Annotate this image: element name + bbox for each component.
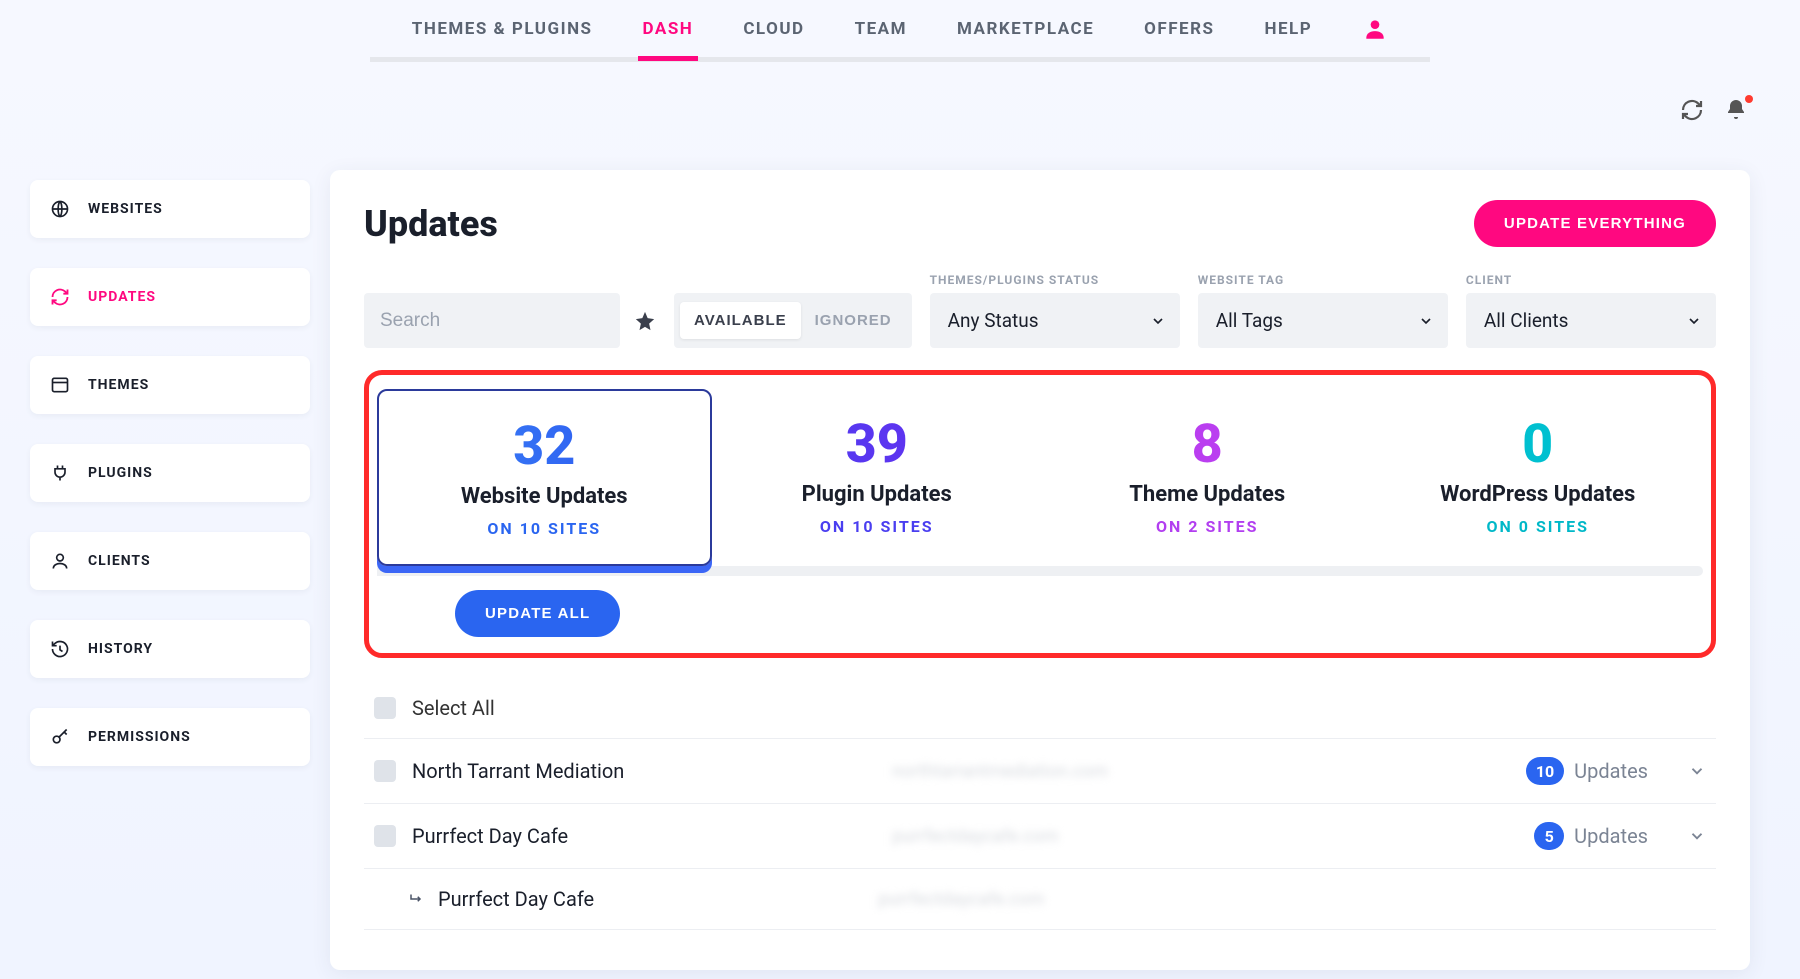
list-select-all[interactable]: Select All xyxy=(364,678,1716,739)
sidebar-item-label: CLIENTS xyxy=(88,553,151,569)
filter-client-value: All Clients xyxy=(1484,309,1569,332)
sidebar-item-label: PERMISSIONS xyxy=(88,729,191,745)
chevron-down-icon[interactable] xyxy=(1688,762,1706,780)
select-all-checkbox[interactable] xyxy=(374,697,396,719)
nav-help[interactable]: HELP xyxy=(1264,19,1312,39)
filter-status-select[interactable]: Any Status xyxy=(930,293,1180,348)
sub-arrow-icon xyxy=(408,890,426,908)
stat-card-theme-updates[interactable]: 8 Theme Updates ON 2 SITES xyxy=(1042,389,1373,566)
sync-icon xyxy=(50,287,70,307)
row-checkbox[interactable] xyxy=(374,825,396,847)
stat-title: Theme Updates xyxy=(1052,482,1363,507)
stat-title: Plugin Updates xyxy=(722,482,1033,507)
chevron-down-icon xyxy=(1418,313,1434,329)
stat-count: 8 xyxy=(1052,413,1363,476)
chevron-down-icon xyxy=(1686,313,1702,329)
stat-subtitle: ON 0 SITES xyxy=(1383,517,1694,536)
nav-offers[interactable]: OFFERS xyxy=(1144,19,1214,39)
stat-title: Website Updates xyxy=(389,484,700,509)
site-domain: purrfectdaycafe.com xyxy=(892,826,1212,847)
filter-tag-label: WEBSITE TAG xyxy=(1198,273,1448,287)
refresh-icon[interactable] xyxy=(1680,98,1706,124)
stat-count: 39 xyxy=(722,413,1033,476)
globe-icon xyxy=(50,199,70,219)
row-checkbox[interactable] xyxy=(374,760,396,782)
stat-underbar xyxy=(377,566,1703,576)
filter-tag-value: All Tags xyxy=(1216,309,1283,332)
stat-row: 32 Website Updates ON 10 SITES 39 Plugin… xyxy=(377,389,1703,566)
sidebar-item-updates[interactable]: UPDATES xyxy=(30,268,310,326)
stat-card-website-updates[interactable]: 32 Website Updates ON 10 SITES xyxy=(377,389,712,566)
page-tools xyxy=(1680,98,1750,124)
history-icon xyxy=(50,639,70,659)
filter-client: CLIENT All Clients xyxy=(1466,273,1716,348)
filter-status-label: THEMES/PLUGINS STATUS xyxy=(930,273,1180,287)
sidebar-item-clients[interactable]: CLIENTS xyxy=(30,532,310,590)
user-icon xyxy=(50,551,70,571)
sidebar-item-themes[interactable]: THEMES xyxy=(30,356,310,414)
segment-ignored[interactable]: IGNORED xyxy=(801,302,906,339)
search-input[interactable] xyxy=(364,293,620,348)
sub-site-name: Purrfect Day Cafe xyxy=(438,887,878,911)
stat-subtitle: ON 10 SITES xyxy=(389,519,700,538)
filter-tag: WEBSITE TAG All Tags xyxy=(1198,273,1448,348)
sidebar-item-label: HISTORY xyxy=(88,641,153,657)
updates-label: Updates xyxy=(1574,759,1648,783)
site-name: North Tarrant Mediation xyxy=(412,759,892,783)
filter-client-select[interactable]: All Clients xyxy=(1466,293,1716,348)
key-icon xyxy=(50,727,70,747)
updates-badge: 10 xyxy=(1526,757,1564,785)
sidebar-item-history[interactable]: HISTORY xyxy=(30,620,310,678)
updates-badge: 5 xyxy=(1534,822,1564,850)
sidebar-item-label: WEBSITES xyxy=(88,201,163,217)
sidebar: WEBSITES UPDATES THEMES PLUGINS CLIENTS … xyxy=(30,180,310,766)
updates-label: Updates xyxy=(1574,824,1648,848)
site-row[interactable]: North Tarrant Mediation northtarrantmedi… xyxy=(364,739,1716,804)
stat-count: 0 xyxy=(1383,413,1694,476)
stat-card-plugin-updates[interactable]: 39 Plugin Updates ON 10 SITES xyxy=(712,389,1043,566)
chevron-down-icon[interactable] xyxy=(1688,827,1706,845)
nav-team[interactable]: TEAM xyxy=(855,19,907,39)
sidebar-item-label: UPDATES xyxy=(88,289,156,305)
chevron-down-icon xyxy=(1150,313,1166,329)
top-nav: THEMES & PLUGINS DASH CLOUD TEAM MARKETP… xyxy=(370,0,1430,62)
plug-icon xyxy=(50,463,70,483)
stat-card-wordpress-updates[interactable]: 0 WordPress Updates ON 0 SITES xyxy=(1373,389,1704,566)
sidebar-item-plugins[interactable]: PLUGINS xyxy=(30,444,310,502)
site-name: Purrfect Day Cafe xyxy=(412,824,892,848)
layout-icon xyxy=(50,375,70,395)
stat-title: WordPress Updates xyxy=(1383,482,1694,507)
update-everything-button[interactable]: UPDATE EVERYTHING xyxy=(1474,200,1716,247)
segment-available[interactable]: AVAILABLE xyxy=(680,302,801,339)
stat-subtitle: ON 10 SITES xyxy=(722,517,1033,536)
select-all-label: Select All xyxy=(412,696,495,720)
site-sub-row[interactable]: Purrfect Day Cafe purrfectdaycafe.com xyxy=(364,869,1716,930)
nav-dash[interactable]: DASH xyxy=(643,19,694,39)
sidebar-item-websites[interactable]: WEBSITES xyxy=(30,180,310,238)
page-title: Updates xyxy=(364,203,498,245)
favorites-star-icon[interactable] xyxy=(634,310,656,332)
site-domain: northtarrantmediation.com xyxy=(892,761,1212,782)
stat-count: 32 xyxy=(389,415,700,478)
account-icon[interactable] xyxy=(1362,16,1388,42)
filter-status: THEMES/PLUGINS STATUS Any Status xyxy=(930,273,1180,348)
filter-bar: AVAILABLE IGNORED THEMES/PLUGINS STATUS … xyxy=(364,273,1716,348)
update-all-button[interactable]: UPDATE ALL xyxy=(455,590,620,637)
filter-client-label: CLIENT xyxy=(1466,273,1716,287)
filter-status-value: Any Status xyxy=(948,309,1039,332)
nav-cloud[interactable]: CLOUD xyxy=(743,19,804,39)
sidebar-item-label: THEMES xyxy=(88,377,149,393)
stat-subtitle: ON 2 SITES xyxy=(1052,517,1363,536)
notifications-icon[interactable] xyxy=(1724,98,1750,124)
filter-tag-select[interactable]: All Tags xyxy=(1198,293,1448,348)
main-panel: Updates UPDATE EVERYTHING AVAILABLE IGNO… xyxy=(330,170,1750,970)
sidebar-item-permissions[interactable]: PERMISSIONS xyxy=(30,708,310,766)
sidebar-item-label: PLUGINS xyxy=(88,465,153,481)
status-segmented: AVAILABLE IGNORED xyxy=(674,293,912,348)
nav-themes-plugins[interactable]: THEMES & PLUGINS xyxy=(412,19,593,39)
nav-marketplace[interactable]: MARKETPLACE xyxy=(957,19,1094,39)
stats-highlight-frame: 32 Website Updates ON 10 SITES 39 Plugin… xyxy=(364,370,1716,658)
site-row[interactable]: Purrfect Day Cafe purrfectdaycafe.com 5 … xyxy=(364,804,1716,869)
sub-site-domain: purrfectdaycafe.com xyxy=(878,889,1198,910)
